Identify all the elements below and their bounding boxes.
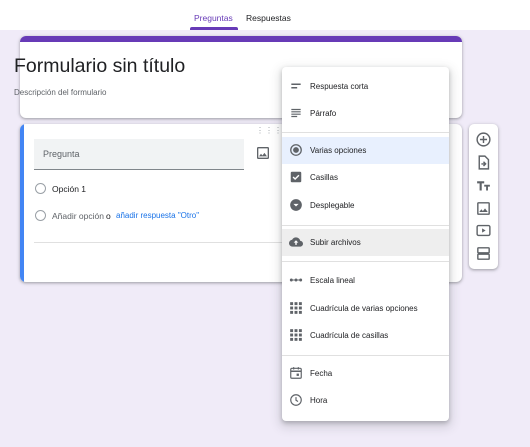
option-label[interactable]: Opción 1 bbox=[52, 184, 86, 194]
menu-separator bbox=[282, 225, 449, 226]
checkbox-icon bbox=[289, 170, 303, 184]
add-question-icon[interactable] bbox=[475, 131, 492, 148]
calendar-icon bbox=[289, 366, 303, 380]
grid-icon bbox=[289, 301, 303, 315]
accent-strip bbox=[20, 36, 462, 42]
add-image-to-question-icon[interactable] bbox=[255, 145, 271, 161]
option-radio-icon bbox=[35, 183, 46, 194]
menu-item-label: Casillas bbox=[310, 173, 339, 182]
radio-button-icon bbox=[289, 143, 303, 157]
menu-item-label: Hora bbox=[310, 396, 328, 405]
add-other-link[interactable]: añadir respuesta "Otro" bbox=[116, 211, 199, 220]
menu-item-varias-opciones[interactable]: Varias opciones bbox=[282, 137, 449, 164]
short-text-icon bbox=[289, 79, 303, 93]
grid-icon bbox=[289, 328, 303, 342]
menu-item-label: Desplegable bbox=[310, 201, 355, 210]
menu-item-label: Varias opciones bbox=[310, 146, 367, 155]
add-option-radio-icon bbox=[35, 210, 46, 221]
add-option-connector: o bbox=[106, 211, 111, 221]
menu-separator bbox=[282, 261, 449, 262]
menu-item-label: Párrafo bbox=[310, 109, 337, 118]
menu-item-cuadricula-casillas[interactable]: Cuadrícula de casillas bbox=[282, 322, 449, 349]
menu-item-parrafo[interactable]: Párrafo bbox=[282, 100, 449, 127]
menu-item-label: Cuadrícula de varias opciones bbox=[310, 304, 418, 313]
menu-item-label: Respuesta corta bbox=[310, 82, 369, 91]
menu-item-label: Escala lineal bbox=[310, 276, 355, 285]
active-question-indicator bbox=[20, 124, 24, 282]
question-type-menu: Respuesta corta Párrafo Varias opciones … bbox=[282, 67, 449, 421]
top-bar: Preguntas Respuestas bbox=[0, 0, 530, 30]
question-title-input[interactable]: Pregunta bbox=[34, 139, 244, 170]
add-title-icon[interactable] bbox=[475, 177, 492, 194]
menu-item-fecha[interactable]: Fecha bbox=[282, 360, 449, 387]
add-image-icon[interactable] bbox=[475, 200, 492, 217]
clock-icon bbox=[289, 393, 303, 407]
question-placeholder: Pregunta bbox=[43, 149, 80, 159]
menu-item-casillas[interactable]: Casillas bbox=[282, 164, 449, 191]
tab-preguntas[interactable]: Preguntas bbox=[194, 13, 233, 23]
form-title[interactable]: Formulario sin título bbox=[14, 55, 185, 78]
menu-item-label: Fecha bbox=[310, 369, 333, 378]
menu-item-hora[interactable]: Hora bbox=[282, 387, 449, 414]
menu-item-desplegable[interactable]: Desplegable bbox=[282, 192, 449, 219]
add-video-icon[interactable] bbox=[475, 222, 492, 239]
active-tab-indicator bbox=[190, 27, 238, 30]
menu-separator bbox=[282, 355, 449, 356]
drag-handle-icon[interactable]: ⋮⋮⋮ bbox=[256, 126, 283, 135]
menu-item-label: Subir archivos bbox=[310, 238, 361, 247]
menu-item-cuadricula-varias-opciones[interactable]: Cuadrícula de varias opciones bbox=[282, 295, 449, 322]
menu-item-label: Cuadrícula de casillas bbox=[310, 331, 389, 340]
dropdown-icon bbox=[289, 198, 303, 212]
add-option-button[interactable]: Añadir opción bbox=[52, 211, 104, 221]
side-toolbar bbox=[469, 124, 498, 269]
paragraph-icon bbox=[289, 106, 303, 120]
menu-item-subir-archivos[interactable]: Subir archivos bbox=[282, 229, 449, 256]
cloud-upload-icon bbox=[289, 235, 303, 249]
menu-item-respuesta-corta[interactable]: Respuesta corta bbox=[282, 73, 449, 100]
linear-scale-icon bbox=[289, 273, 303, 287]
import-questions-icon[interactable] bbox=[475, 154, 492, 171]
form-description[interactable]: Descripción del formulario bbox=[14, 88, 106, 97]
menu-item-escala-lineal[interactable]: Escala lineal bbox=[282, 267, 449, 294]
add-section-icon[interactable] bbox=[475, 245, 492, 262]
tab-respuestas[interactable]: Respuestas bbox=[246, 13, 291, 23]
menu-separator bbox=[282, 132, 449, 133]
